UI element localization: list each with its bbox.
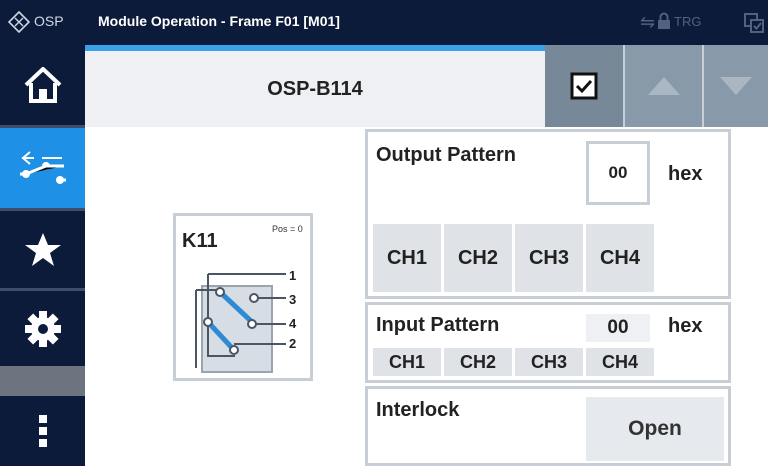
relay-port-label: 3 (289, 292, 297, 307)
logo-text: OSP (34, 13, 64, 29)
input-pattern-panel: Input Pattern 00 hex CH1 CH2 CH3 CH4 (365, 302, 731, 383)
module-header: OSP-B114 (85, 51, 545, 127)
trg-label: TRG (674, 14, 702, 29)
select-checkbox-button[interactable] (545, 45, 625, 127)
interlock-title: Interlock (376, 399, 460, 421)
title-bar: OSP Module Operation - Frame F01 [M01] ⇋… (0, 0, 768, 45)
relay-switch-diagram (195, 273, 286, 373)
output-ch3-button[interactable]: CH3 (515, 224, 583, 292)
sidebar-item-home[interactable] (0, 45, 85, 125)
arrow-up-icon (647, 77, 680, 95)
checkbox-checked-icon (570, 72, 598, 100)
relay-port-label: 4 (289, 316, 297, 331)
lock-icon[interactable] (657, 12, 671, 30)
move-up-button[interactable] (625, 45, 704, 127)
relay-name: K11 (182, 230, 218, 252)
output-ch1-button[interactable]: CH1 (373, 224, 441, 292)
more-icon (38, 415, 47, 447)
input-ch4-indicator: CH4 (586, 348, 654, 376)
sidebar-item-switch[interactable] (0, 128, 85, 208)
sidebar-item-favorites[interactable] (0, 211, 85, 288)
output-ch4-button[interactable]: CH4 (586, 224, 654, 292)
output-hex-unit: hex (668, 163, 703, 185)
input-pattern-title: Input Pattern (376, 314, 500, 336)
module-title: OSP-B114 (267, 78, 363, 100)
sidebar-item-more[interactable] (0, 396, 85, 466)
output-pattern-input[interactable]: 00 (586, 141, 650, 205)
interlock-state-button[interactable]: Open (586, 397, 724, 461)
star-icon (24, 232, 61, 266)
swap-icon[interactable]: ⇋ (640, 12, 655, 33)
input-hex-unit: hex (668, 315, 703, 337)
relay-position: Pos = 0 (272, 224, 303, 234)
input-ch2-indicator: CH2 (444, 348, 512, 376)
input-ch1-indicator: CH1 (373, 348, 441, 376)
home-icon (24, 67, 61, 103)
switch-icon (19, 151, 66, 184)
relay-k11[interactable]: K11 Pos = 0 1 3 4 2 (173, 213, 313, 381)
window-title: Module Operation - Frame F01 [M01] (98, 13, 340, 29)
interlock-panel: Interlock Open (365, 386, 731, 466)
input-ch3-indicator: CH3 (515, 348, 583, 376)
sidebar-item-settings[interactable] (0, 291, 85, 366)
relay-port-label: 1 (289, 268, 297, 283)
arrow-down-icon (720, 77, 752, 95)
output-pattern-title: Output Pattern (376, 144, 516, 166)
rs-logo-icon (8, 11, 30, 33)
relay-port-label: 2 (289, 336, 297, 351)
copy-check-icon[interactable] (743, 12, 765, 34)
output-ch2-button[interactable]: CH2 (444, 224, 512, 292)
input-pattern-value: 00 (586, 314, 650, 342)
gear-icon (24, 310, 61, 347)
sidebar (0, 45, 85, 466)
output-pattern-panel: Output Pattern 00 hex CH1 CH2 CH3 CH4 (365, 129, 731, 299)
move-down-button[interactable] (704, 45, 768, 127)
sidebar-spacer (0, 366, 85, 396)
